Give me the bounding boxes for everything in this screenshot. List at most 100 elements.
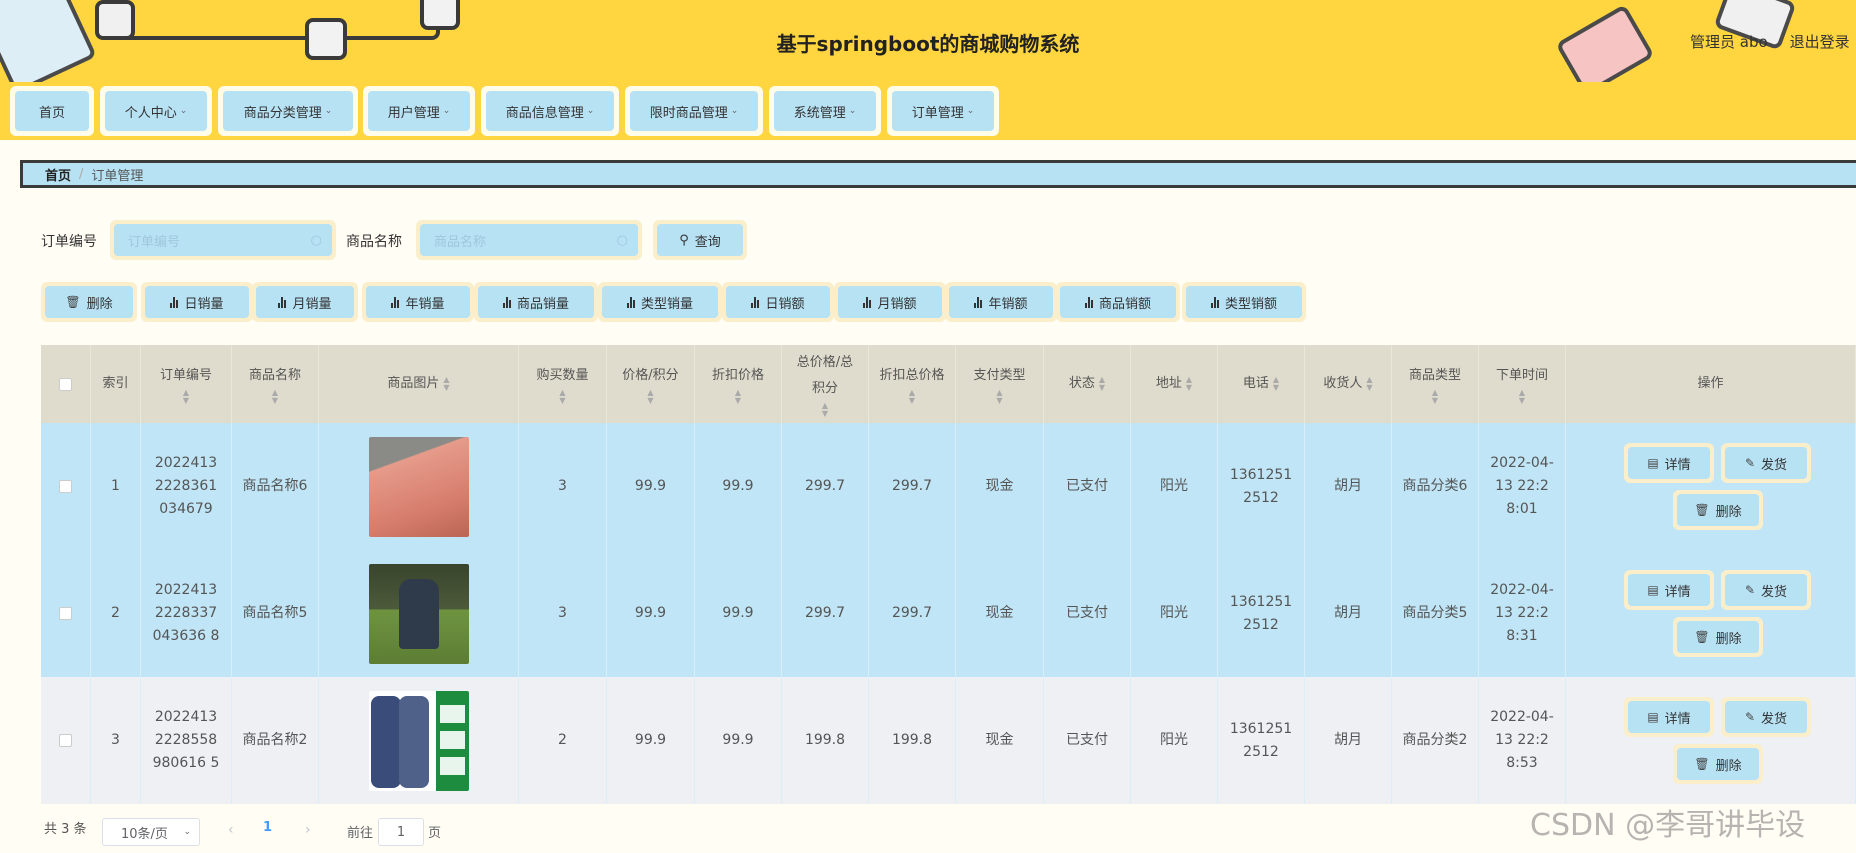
logout-link[interactable]: 退出登录 <box>1790 33 1850 51</box>
breadcrumb-separator: / <box>79 166 84 182</box>
product-name-input[interactable]: 商品名称 ○ <box>416 220 642 260</box>
next-page-button[interactable]: › <box>305 822 311 838</box>
decor-earbud <box>420 0 460 30</box>
column-header-total[interactable]: 总价格/总积分 ▲ ▼ <box>782 345 869 423</box>
select-all-checkbox[interactable] <box>59 377 72 391</box>
nav-item-user-management[interactable]: 用户管理 ⌄ <box>363 86 475 136</box>
column-header-address[interactable]: 地址 ▲ ▼ <box>1131 345 1218 423</box>
ship-button[interactable]: ✎ 发货 <box>1721 443 1811 483</box>
monthly-sales-volume-button[interactable]: 月销量 <box>252 282 358 322</box>
cell-discount-total: 299.7 <box>869 550 956 677</box>
column-header-receiver[interactable]: 收货人 ▲ ▼ <box>1305 345 1392 423</box>
category-sales-volume-button[interactable]: 类型销量 <box>598 282 722 322</box>
cell-quantity: 2 <box>519 677 607 804</box>
detail-button[interactable]: ▤ 详情 <box>1624 443 1714 483</box>
monthly-sales-amount-button[interactable]: 月销额 <box>834 282 946 322</box>
column-header-phone[interactable]: 电话 ▲ ▼ <box>1218 345 1305 423</box>
column-header-order-time[interactable]: 下单时间 ▲ ▼ <box>1479 345 1566 423</box>
nav-item-product-management[interactable]: 商品信息管理 ⌄ <box>481 86 619 136</box>
action-label: 删除 <box>86 296 113 312</box>
cell-order-no: 20224132228361034679 <box>141 423 232 550</box>
column-header-product-image[interactable]: 商品图片 ▲ ▼ <box>319 345 519 423</box>
cell-discount-total: 199.8 <box>869 677 956 804</box>
column-header-quantity[interactable]: 购买数量 ▲ ▼ <box>519 345 607 423</box>
detail-button[interactable]: ▤ 详情 <box>1624 570 1714 610</box>
nav-item-system-management[interactable]: 系统管理 ⌄ <box>769 86 881 136</box>
document-icon: ▤ <box>1647 456 1659 470</box>
product-sales-amount-button[interactable]: 商品销额 <box>1056 282 1180 322</box>
nav-item-order-management[interactable]: 订单管理 ⌄ <box>887 86 999 136</box>
prev-page-button[interactable]: ‹ <box>228 822 234 838</box>
detail-button[interactable]: ▤ 详情 <box>1624 697 1714 737</box>
action-label: 类型销量 <box>640 296 693 312</box>
category-sales-amount-button[interactable]: 类型销额 <box>1182 282 1306 322</box>
daily-sales-volume-button[interactable]: 日销量 <box>141 282 253 322</box>
trash-icon: 🗑 <box>1694 757 1710 771</box>
order-no-label: 订单编号 <box>41 234 97 250</box>
delete-button[interactable]: 🗑 删除 <box>1673 617 1763 657</box>
nav-item-label: 系统管理 <box>793 105 846 121</box>
cell-discount-price: 99.9 <box>695 423 782 550</box>
row-checkbox[interactable] <box>59 480 72 493</box>
sort-icon: ▲ ▼ <box>1431 388 1439 405</box>
ship-button[interactable]: ✎ 发货 <box>1721 697 1811 737</box>
batch-delete-button[interactable]: 🗑 删除 <box>41 282 137 322</box>
nav-item-flash-sale-management[interactable]: 限时商品管理 ⌄ <box>625 86 763 136</box>
edit-icon: ✎ <box>1744 710 1756 724</box>
search-icon: ○ <box>616 232 628 248</box>
chevron-down-icon: ⌄ <box>183 827 191 837</box>
trash-icon: 🗑 <box>65 295 81 309</box>
sort-icon: ▲ ▼ <box>1185 375 1193 392</box>
breadcrumb-home[interactable]: 首页 <box>45 165 71 184</box>
column-header-discount-price[interactable]: 折扣价格 ▲ ▼ <box>695 345 782 423</box>
cell-pay-type: 现金 <box>956 550 1044 677</box>
row-checkbox[interactable] <box>59 734 72 747</box>
page-size-select[interactable]: 10条/页 ⌄ <box>102 818 200 846</box>
goto-page-input[interactable]: 1 <box>378 818 424 846</box>
product-name-placeholder: 商品名称 <box>434 234 487 250</box>
yearly-sales-amount-button[interactable]: 年销额 <box>945 282 1057 322</box>
product-sales-volume-button[interactable]: 商品销量 <box>474 282 598 322</box>
search-icon: ⚲ <box>679 232 689 248</box>
delete-button[interactable]: 🗑 删除 <box>1673 744 1763 784</box>
order-no-input[interactable]: 订单编号 ○ <box>110 220 336 260</box>
bar-chart-icon <box>502 296 511 308</box>
cell-index: 1 <box>91 423 141 550</box>
delete-button[interactable]: 🗑 删除 <box>1673 490 1763 530</box>
query-button[interactable]: ⚲ 查询 <box>653 220 747 260</box>
cell-price: 99.9 <box>607 677 695 804</box>
nav-item-personal-center[interactable]: 个人中心 ⌄ <box>100 86 212 136</box>
nav-item-label: 商品信息管理 <box>505 105 584 121</box>
yearly-sales-volume-button[interactable]: 年销量 <box>362 282 474 322</box>
chevron-down-icon: ⌄ <box>966 106 975 116</box>
column-header-pay-type[interactable]: 支付类型 ▲ ▼ <box>956 345 1044 423</box>
table-header: 索引 订单编号 ▲ ▼ 商品名称 ▲ ▼ 商品图片 ▲ ▼ 购买数量 ▲ ▼ 价格/积分 ▲ ▼ 折… <box>41 345 1856 423</box>
cell-status: 已支付 <box>1044 550 1131 677</box>
sort-icon: ▲ ▼ <box>1366 375 1373 392</box>
current-user-label: 管理员 abo <box>1690 33 1768 51</box>
column-header-category[interactable]: 商品类型 ▲ ▼ <box>1392 345 1479 423</box>
pagination-total: 共 3 条 <box>44 822 87 837</box>
cell-status: 已支付 <box>1044 677 1131 804</box>
row-checkbox[interactable] <box>59 607 72 620</box>
action-label: 商品销量 <box>516 296 569 312</box>
bar-chart-icon <box>1210 296 1219 308</box>
column-header-status[interactable]: 状态 ▲ ▼ <box>1044 345 1131 423</box>
user-area: 管理员 abo 退出登录 <box>1690 31 1856 52</box>
column-header-product-name[interactable]: 商品名称 ▲ ▼ <box>232 345 319 423</box>
edit-icon: ✎ <box>1744 456 1756 470</box>
sort-icon: ▲ ▼ <box>559 388 566 405</box>
cell-product-image <box>319 423 519 550</box>
goto-label: 前往 <box>347 826 374 841</box>
cell-category: 商品分类5 <box>1392 550 1479 677</box>
nav-item-category-management[interactable]: 商品分类管理 ⌄ <box>218 86 358 136</box>
column-header-price[interactable]: 价格/积分 ▲ ▼ <box>607 345 695 423</box>
ship-button[interactable]: ✎ 发货 <box>1721 570 1811 610</box>
column-header-discount-total[interactable]: 折扣总价格 ▲ ▼ <box>869 345 956 423</box>
column-header-order-no[interactable]: 订单编号 ▲ ▼ <box>141 345 232 423</box>
sort-icon: ▲ ▼ <box>996 388 1003 405</box>
daily-sales-amount-button[interactable]: 日销额 <box>722 282 834 322</box>
chevron-down-icon: ⌄ <box>586 106 595 116</box>
current-page-number[interactable]: 1 <box>263 820 272 835</box>
nav-item-home[interactable]: 首页 <box>10 86 94 136</box>
